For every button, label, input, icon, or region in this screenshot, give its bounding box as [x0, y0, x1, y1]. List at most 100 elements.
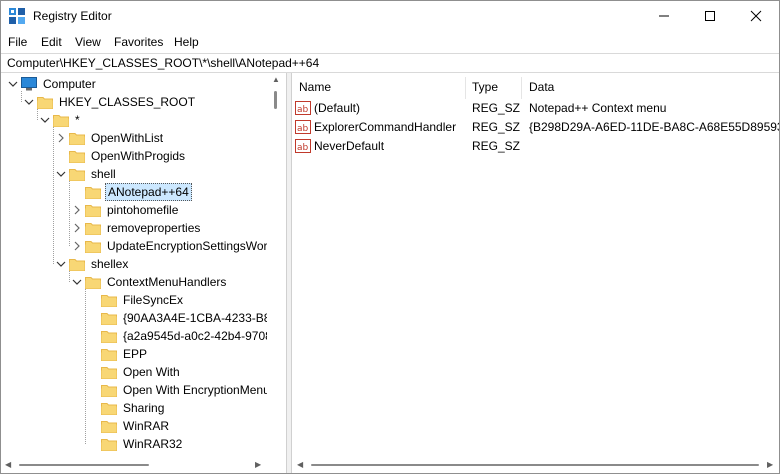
values-list[interactable]: Name Type Data ab (Default) REG_SZ Notep… [291, 73, 779, 473]
menu-edit[interactable]: Edit [41, 35, 62, 49]
folder-icon [101, 331, 117, 343]
string-value-icon: ab [295, 139, 311, 153]
value-name: (Default) [314, 101, 361, 115]
chevron-right-icon[interactable] [71, 222, 83, 234]
column-separator[interactable] [465, 77, 466, 99]
tree-node-label: WinRAR32 [123, 437, 183, 451]
value-row[interactable]: ab (Default) REG_SZ Notepad++ Context me… [291, 99, 779, 118]
minimize-icon [659, 15, 669, 17]
folder-icon [85, 187, 101, 199]
tree-node[interactable]: {90AA3A4E-1CBA-4233-B8B [87, 309, 280, 327]
tree-node-label: pintohomefile [107, 203, 179, 217]
string-value-icon: ab [295, 101, 311, 115]
tree-vertical-scrollbar[interactable]: ▲ [267, 73, 284, 455]
window-title: Registry Editor [33, 9, 112, 23]
menu-view[interactable]: View [75, 35, 101, 49]
chevron-down-icon[interactable] [71, 276, 83, 288]
folder-icon [69, 151, 85, 163]
column-header-type[interactable]: Type [472, 77, 498, 97]
folder-icon [69, 169, 85, 181]
tree-node[interactable]: ANotepad++64 [71, 183, 192, 201]
value-row[interactable]: ab NeverDefault REG_SZ [291, 137, 779, 156]
tree-node-label: HKEY_CLASSES_ROOT [59, 95, 196, 109]
folder-icon [101, 295, 117, 307]
tree-node[interactable]: UpdateEncryptionSettingsWor [71, 237, 270, 255]
tree-node-label: Sharing [123, 401, 165, 415]
folder-icon [85, 277, 101, 289]
chevron-right-icon[interactable] [71, 204, 83, 216]
tree-node[interactable]: HKEY_CLASSES_ROOT [23, 93, 197, 111]
tree-node-label: {90AA3A4E-1CBA-4233-B8B [123, 311, 279, 325]
tree-node[interactable]: ContextMenuHandlers [71, 273, 228, 291]
menu-help[interactable]: Help [174, 35, 199, 49]
chevron-down-icon[interactable] [55, 168, 67, 180]
tree-node-label: Open With EncryptionMenu [123, 383, 270, 397]
close-button[interactable] [733, 1, 779, 31]
tree-node-label: Open With [123, 365, 180, 379]
folder-icon [101, 367, 117, 379]
tree-node[interactable]: EPP [87, 345, 149, 363]
scroll-right-icon[interactable]: ▶ [255, 460, 261, 469]
tree-node[interactable]: Open With [87, 363, 182, 381]
column-separator[interactable] [521, 77, 522, 99]
tree-node-label: Computer [43, 77, 96, 91]
tree-node-label: removeproperties [107, 221, 201, 235]
tree-node[interactable]: shellex [55, 255, 130, 273]
values-horizontal-scroll-thumb[interactable] [311, 464, 759, 466]
tree-node[interactable]: removeproperties [71, 219, 202, 237]
scroll-left-icon[interactable]: ◀ [297, 460, 303, 469]
tree-connector-line [69, 271, 70, 282]
tree-horizontal-scrollbar[interactable]: ◀ ▶ [1, 457, 267, 473]
menu-favorites[interactable]: Favorites [114, 35, 163, 49]
tree-node[interactable]: * [39, 111, 82, 129]
address-path[interactable]: Computer\HKEY_CLASSES_ROOT\*\shell\ANote… [7, 56, 319, 70]
folder-icon [101, 439, 117, 451]
tree-node[interactable]: WinRAR [87, 417, 171, 435]
chevron-down-icon[interactable] [7, 78, 19, 90]
scroll-up-icon[interactable]: ▲ [272, 75, 280, 84]
tree-connector-line [37, 109, 38, 120]
values-horizontal-scrollbar[interactable]: ◀ ▶ [291, 457, 779, 473]
tree-node-label: shellex [91, 257, 129, 271]
key-tree[interactable]: Computer HKEY_CLASSES_ROOT * OpenWithList Op… [1, 73, 285, 473]
value-type: REG_SZ [472, 139, 521, 153]
folder-icon [101, 421, 117, 433]
tree-node-label: EPP [123, 347, 148, 361]
no-expander [87, 438, 99, 450]
chevron-down-icon[interactable] [23, 96, 35, 108]
chevron-right-icon[interactable] [55, 132, 67, 144]
maximize-button[interactable] [687, 1, 733, 31]
chevron-down-icon[interactable] [55, 258, 67, 270]
no-expander [55, 150, 67, 162]
scroll-left-icon[interactable]: ◀ [5, 460, 11, 469]
chevron-down-icon[interactable] [39, 114, 51, 126]
no-expander [87, 330, 99, 342]
address-bar[interactable]: Computer\HKEY_CLASSES_ROOT\*\shell\ANote… [1, 53, 779, 73]
tree-vertical-scroll-thumb[interactable] [274, 91, 277, 109]
tree-node[interactable]: shell [55, 165, 118, 183]
column-header-name[interactable]: Name [299, 77, 331, 97]
tree-connector-line [53, 127, 54, 264]
column-header-data[interactable]: Data [529, 77, 554, 97]
no-expander [87, 312, 99, 324]
value-data: Notepad++ Context menu [529, 101, 667, 115]
folder-icon [53, 115, 69, 127]
menu-file[interactable]: File [8, 35, 27, 49]
tree-node[interactable]: pintohomefile [71, 201, 180, 219]
tree-horizontal-scroll-thumb[interactable] [19, 464, 149, 466]
tree-node[interactable]: OpenWithList [55, 129, 165, 147]
tree-node-label: UpdateEncryptionSettingsWor [107, 239, 268, 253]
tree-node-label: FileSyncEx [123, 293, 184, 307]
tree-node[interactable]: OpenWithProgids [55, 147, 187, 165]
tree-node[interactable]: Open With EncryptionMenu [87, 381, 272, 399]
tree-node[interactable]: WinRAR32 [87, 435, 184, 453]
tree-connector-line [69, 181, 70, 246]
minimize-button[interactable] [641, 1, 687, 31]
tree-node[interactable]: {a2a9545d-a0c2-42b4-9708- [87, 327, 278, 345]
value-row[interactable]: ab ExplorerCommandHandler REG_SZ {B298D2… [291, 118, 779, 137]
tree-node[interactable]: FileSyncEx [87, 291, 185, 309]
scroll-right-icon[interactable]: ▶ [767, 460, 773, 469]
registry-editor-app-icon [9, 8, 25, 24]
tree-node[interactable]: Sharing [87, 399, 166, 417]
chevron-right-icon[interactable] [71, 240, 83, 252]
